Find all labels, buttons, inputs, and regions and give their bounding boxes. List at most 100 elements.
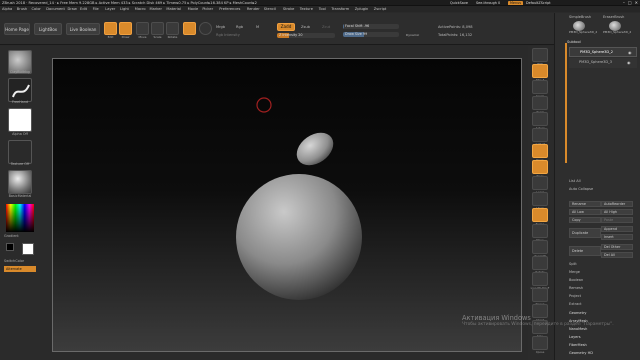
view-spix-3-button[interactable]: SPix 3 <box>532 64 548 82</box>
extract-menu[interactable]: Extract <box>569 302 582 306</box>
scale-mode-button[interactable]: Scale <box>151 22 164 39</box>
menu-macro[interactable]: Macro <box>135 7 146 11</box>
view-frame-button[interactable]: Frame <box>532 208 548 226</box>
zsub-toggle[interactable]: Zsub <box>301 25 310 29</box>
view-local-button[interactable]: Local <box>532 176 548 194</box>
menu-zscript[interactable]: Zscript <box>374 7 386 11</box>
menu-picker[interactable]: Picker <box>202 7 213 11</box>
menu-stroke[interactable]: Stroke <box>283 7 294 11</box>
small-sphere-subtool[interactable] <box>291 126 340 172</box>
subtool-item-1[interactable]: PM3D_Sphere3D_2 ◉ <box>569 47 637 57</box>
document-canvas[interactable] <box>52 58 522 352</box>
menu-alpha[interactable]: Alpha <box>2 7 12 11</box>
menu-file[interactable]: File <box>93 7 99 11</box>
auto-collapse-button[interactable]: Auto Collapse <box>569 187 593 191</box>
visibility-eye-icon[interactable]: ◉ <box>627 60 631 65</box>
view-lsym-button[interactable]: LSym <box>532 192 548 210</box>
see-through-slider[interactable]: See-through 0 <box>474 1 502 6</box>
view-xpose-button[interactable]: Xpose <box>532 336 548 354</box>
secondary-color-swatch[interactable] <box>6 243 14 251</box>
subpalette-geometry-hd[interactable]: Geometry HD <box>569 351 593 355</box>
mrgb-toggle[interactable]: Mrgb <box>216 25 225 29</box>
split-menu[interactable]: Split <box>569 262 577 266</box>
menu-texture[interactable]: Texture <box>300 7 313 11</box>
rotate-mode-button[interactable]: Rotate <box>166 22 179 39</box>
move-mode-button[interactable]: Move <box>136 22 149 39</box>
visibility-eye-icon[interactable]: ◉ <box>628 50 632 55</box>
material-thumbnail[interactable] <box>8 170 32 194</box>
view-transp-button[interactable]: Transp <box>532 288 548 306</box>
view-rotate-button[interactable]: Rotate <box>532 256 548 274</box>
menu-marker[interactable]: Marker <box>150 7 162 11</box>
view-actual-button[interactable]: Actual <box>532 112 548 130</box>
menu-transform[interactable]: Transform <box>331 7 349 11</box>
switchcolor-label[interactable]: SwitchColor <box>4 259 40 263</box>
all-low-button[interactable]: All Low <box>569 209 601 215</box>
draw-size-slider[interactable]: Draw Size 99 <box>343 32 399 37</box>
subtool-header[interactable]: Subtool <box>567 40 581 44</box>
subpalette-layers[interactable]: Layers <box>569 335 581 339</box>
m-toggle[interactable]: M <box>256 25 259 29</box>
paste-button[interactable]: Paste <box>601 217 633 223</box>
view-scroll-button[interactable]: Scroll <box>532 80 548 98</box>
menu-light[interactable]: Light <box>120 7 129 11</box>
subpalette-nanomesh[interactable]: NanoMesh <box>569 327 587 331</box>
boolean-menu[interactable]: Boolean <box>569 278 583 282</box>
alpha-thumbnail[interactable] <box>8 108 32 132</box>
rgb-toggle[interactable]: Rgb <box>236 25 243 29</box>
zcut-toggle[interactable]: Zcut <box>322 25 330 29</box>
edit-mode-button[interactable]: Edit <box>104 22 117 39</box>
menu-edit[interactable]: Edit <box>80 7 87 11</box>
menu-layer[interactable]: Layer <box>105 7 115 11</box>
menu-color[interactable]: Color <box>32 7 41 11</box>
color-picker[interactable] <box>6 204 34 232</box>
subtool-scroll-indicator[interactable] <box>565 43 567 163</box>
alternate-button[interactable]: Alternate <box>4 266 36 272</box>
view-ghost-button[interactable]: Ghost <box>532 304 548 322</box>
view-zoom-button[interactable]: Zoom <box>532 96 548 114</box>
view-aahalf-button[interactable]: AAHalf <box>532 128 548 146</box>
zadd-toggle[interactable]: Zadd <box>277 23 295 31</box>
all-high-button[interactable]: All High <box>601 209 633 215</box>
default-zscript-button[interactable]: DefaultZScript <box>524 1 553 6</box>
minimize-icon[interactable]: – <box>623 0 625 5</box>
menu-material[interactable]: Material <box>166 7 181 11</box>
subpalette-geometry[interactable]: Geometry <box>569 311 586 315</box>
menu-movie[interactable]: Movie <box>188 7 199 11</box>
rename-button[interactable]: Rename <box>569 201 601 207</box>
list-all-button[interactable]: List All <box>569 179 581 183</box>
project-menu[interactable]: Project <box>569 294 581 298</box>
duplicate-button[interactable]: Duplicate <box>569 228 601 238</box>
append-button[interactable]: Append <box>601 226 633 232</box>
view-move-button[interactable]: Move <box>532 224 548 242</box>
live-boolean-button[interactable]: Live Boolean <box>66 23 100 35</box>
menu-zplugin[interactable]: Zplugin <box>355 7 369 11</box>
menu-render[interactable]: Render <box>247 7 260 11</box>
subtool-item-2[interactable]: PM3D_Sphere3D_3 ◉ <box>569 58 637 68</box>
draw-mode-button[interactable]: Draw <box>119 22 132 39</box>
close-icon[interactable]: ✕ <box>635 0 638 5</box>
copy-button[interactable]: Copy <box>569 217 601 223</box>
remesh-menu[interactable]: Remesh <box>569 286 583 290</box>
merge-menu[interactable]: Merge <box>569 270 580 274</box>
texture-thumbnail[interactable] <box>8 140 32 164</box>
large-sphere-subtool[interactable] <box>236 174 362 300</box>
menus-toggle[interactable]: Menus <box>508 0 524 5</box>
view-zoom3d-button[interactable]: Zoom3D <box>532 240 548 258</box>
main-color-swatch[interactable] <box>22 243 34 255</box>
gradient-sphere-icon[interactable] <box>199 22 212 35</box>
view-floor-button[interactable]: Floor <box>532 160 548 178</box>
focal-shift-slider[interactable]: Focal Shift -96 <box>343 24 399 29</box>
view-bpr-button[interactable]: BPR <box>532 48 548 66</box>
z-intensity-slider[interactable]: Z Intensity 20 <box>277 33 335 38</box>
autoreorder-button[interactable]: AutoReorder <box>601 201 633 207</box>
delete-button[interactable]: Delete <box>569 246 601 256</box>
menu-preferences[interactable]: Preferences <box>219 7 240 11</box>
home-page-button[interactable]: Home Page <box>4 23 30 35</box>
insert-button[interactable]: Insert <box>601 234 633 240</box>
subpalette-fibermesh[interactable]: FiberMesh <box>569 343 587 347</box>
dynamic-toggle[interactable]: Dynamic <box>406 33 419 37</box>
quicksave-button[interactable]: QuickSave <box>448 1 470 6</box>
material-sphere-icon[interactable] <box>183 22 196 35</box>
del-other-button[interactable]: Del Other <box>601 244 633 250</box>
